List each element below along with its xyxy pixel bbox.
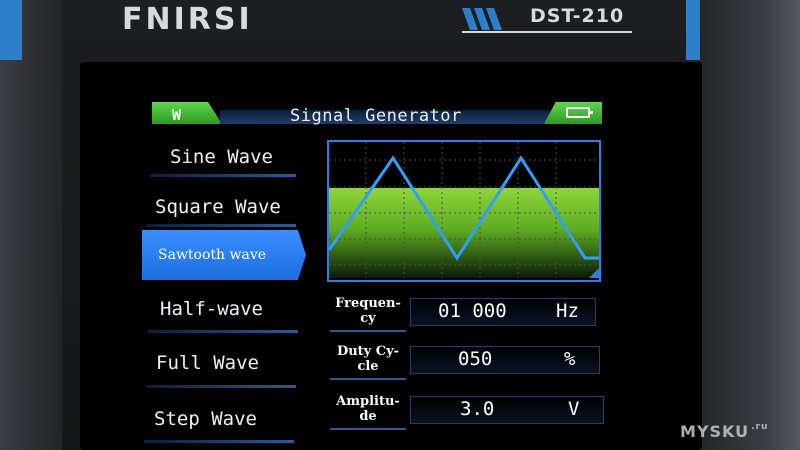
frequency-label-underline (330, 330, 406, 332)
device-body: FNIRSI DST-210 W Signal Generator Sine W… (0, 0, 800, 450)
amplitude-label-underline (330, 428, 406, 430)
duty-cycle-label-line2: cle (357, 359, 379, 374)
model-name: DST-210 (530, 5, 625, 27)
watermark: MYSKU .ru (680, 422, 768, 441)
frequency-value: 01 000 (438, 300, 507, 322)
amplitude-value: 3.0 (460, 398, 495, 420)
watermark-text: MYSKU (680, 422, 750, 441)
menu-item-sawtooth-label: Sawtooth wave (158, 247, 267, 263)
menu-item-square-wave[interactable]: Square Wave (155, 196, 281, 218)
amplitude-label: Amplitu- de (330, 394, 406, 424)
model-stripes-icon (462, 8, 502, 30)
duty-cycle-label: Duty Cy- cle (330, 344, 406, 374)
frequency-label: Frequen- cy (330, 296, 406, 326)
menu-divider (148, 330, 298, 333)
frequency-label-line1: Frequen- (335, 296, 401, 311)
menu-item-full-wave[interactable]: Full Wave (156, 352, 259, 374)
amplitude-label-line1: Amplitu- (336, 394, 400, 409)
device-right-edge (690, 0, 800, 450)
duty-cycle-value: 050 (458, 348, 493, 370)
duty-cycle-label-line1: Duty Cy- (336, 344, 400, 359)
menu-item-step-wave[interactable]: Step Wave (154, 408, 257, 430)
frequency-unit: Hz (556, 300, 579, 322)
waveform-preview (327, 140, 601, 282)
menu-divider (144, 440, 294, 443)
menu-divider (150, 174, 296, 177)
frequency-label-line2: cy (360, 311, 376, 326)
device-left-edge (0, 0, 62, 450)
device-blue-trim-right (686, 0, 700, 60)
brand-logo: FNIRSI (122, 2, 253, 37)
amplitude-label-line2: de (359, 409, 377, 424)
amplitude-unit: V (568, 398, 580, 420)
watermark-suffix: .ru (751, 422, 769, 432)
wave-icon: W (172, 106, 182, 124)
model-underline (462, 31, 632, 33)
menu-divider (146, 224, 296, 227)
duty-cycle-unit: % (564, 348, 576, 370)
page-title: Signal Generator (290, 106, 462, 126)
device-blue-trim-left (0, 0, 22, 60)
menu-divider (146, 385, 296, 388)
duty-cycle-label-underline (330, 378, 406, 380)
battery-icon (566, 107, 593, 118)
menu-item-sine-wave[interactable]: Sine Wave (170, 146, 273, 168)
menu-item-half-wave[interactable]: Half-wave (160, 298, 263, 320)
